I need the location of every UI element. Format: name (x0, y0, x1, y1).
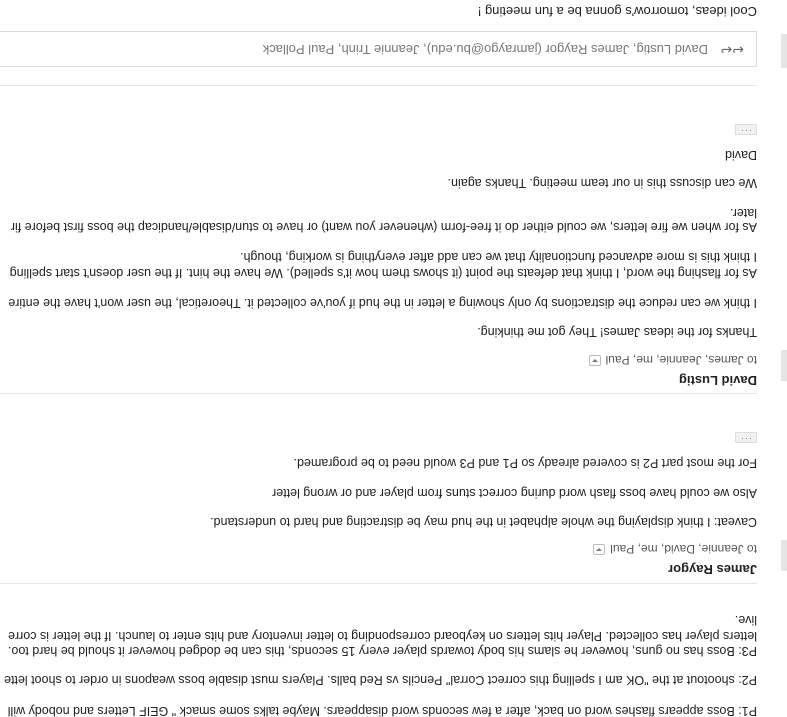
message-line: We can discuss this in our team meeting.… (447, 176, 757, 190)
quoted-line: P3: Boss has no guns, however he slams h… (7, 644, 757, 658)
recipients-line: to Jeannie, David, me, Paul (593, 542, 757, 556)
reply-recipients-text: David Lustig, James Raygor (jamraygo@bu.… (262, 42, 708, 57)
message-line: later. (729, 206, 757, 220)
recipients-line: to James, Jeannie, me, Paul (588, 353, 757, 367)
reply-box: ↩↩ David Lustig, James Raygor (jamraygo@… (0, 0, 757, 86)
message-line: As for when we fire letters, we could ei… (10, 220, 757, 234)
sender-name[interactable]: David Lustig (679, 373, 757, 388)
show-trimmed-content-button[interactable]: ··· (735, 124, 757, 136)
message-line: I think this is more advanced functional… (240, 250, 757, 264)
message-line: Also we could have boss flash word durin… (272, 486, 757, 500)
show-trimmed-content-button[interactable]: ··· (735, 432, 757, 444)
recipients-text: to James, Jeannie, me, Paul (605, 353, 757, 367)
quoted-line: letters player has collected. Player hit… (8, 629, 757, 643)
divider (0, 583, 757, 584)
message-line: For the most part P2 is covered already … (293, 456, 757, 470)
reply-all-icon[interactable]: ↩↩ (721, 41, 744, 58)
message-line: I think we can reduce the distractions b… (8, 296, 757, 310)
details-dropdown-icon[interactable] (588, 354, 601, 366)
divider (0, 393, 757, 394)
sender-name[interactable]: James Raygor (668, 562, 757, 577)
message-line: Caveat: I think displaying the whole alp… (210, 515, 757, 529)
quoted-line: live. (734, 613, 757, 627)
window-edge (781, 0, 787, 717)
divider (0, 85, 757, 86)
quoted-line: P2: shootout at the "OK am I spelling th… (4, 673, 757, 687)
message-line: Thanks for the ideas James! They got me … (477, 325, 757, 339)
message-line: David (725, 148, 757, 162)
recipients-text: to Jeannie, David, me, Paul (610, 542, 757, 556)
reply-draft-text[interactable]: Cool ideas, tomorrow's gonna be a fun me… (478, 4, 757, 19)
reply-recipients-field[interactable]: ↩↩ David Lustig, James Raygor (jamraygo@… (0, 31, 757, 67)
details-dropdown-icon[interactable] (593, 543, 606, 555)
message-line: As for flashing the word, I think that d… (9, 266, 757, 280)
quoted-line: P1: Boss appears flashes word on back, a… (7, 704, 757, 717)
